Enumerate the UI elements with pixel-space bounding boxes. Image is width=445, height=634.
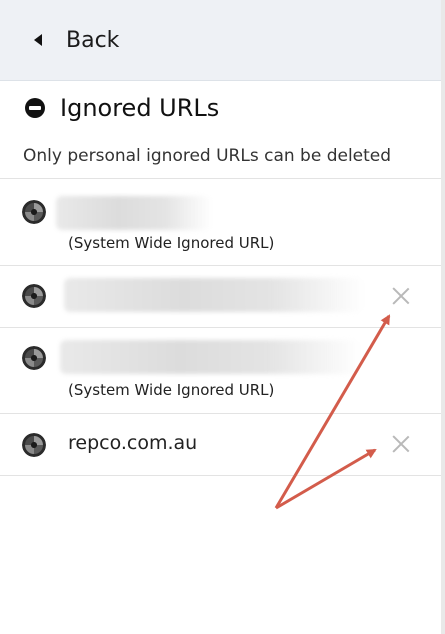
back-label: Back xyxy=(66,27,120,53)
url-text-redacted xyxy=(64,278,364,312)
delete-url-button[interactable] xyxy=(391,286,411,306)
site-favicon-icon xyxy=(22,200,46,224)
list-item: (System Wide Ignored URL) xyxy=(0,328,441,414)
site-favicon-icon xyxy=(22,284,46,308)
site-favicon-icon xyxy=(22,346,46,370)
page-heading: Ignored URLs xyxy=(0,90,219,126)
system-wide-note: (System Wide Ignored URL) xyxy=(68,234,275,252)
info-text: Only personal ignored URLs can be delete… xyxy=(23,146,392,166)
page-title: Ignored URLs xyxy=(60,94,220,122)
url-text-redacted xyxy=(60,340,360,374)
list-item: (System Wide Ignored URL) xyxy=(0,179,441,266)
ignored-urls-panel: Back Ignored URLs Only personal ignored … xyxy=(0,0,442,634)
list-item xyxy=(0,266,441,328)
caret-left-icon xyxy=(34,34,42,46)
site-favicon-icon xyxy=(22,433,46,457)
back-button[interactable]: Back xyxy=(0,0,441,81)
system-wide-note: (System Wide Ignored URL) xyxy=(68,381,275,399)
window-edge xyxy=(441,0,445,634)
list-item: repco.com.au xyxy=(0,414,441,476)
delete-url-button[interactable] xyxy=(391,434,411,454)
ignored-url-list: (System Wide Ignored URL) (System Wide I… xyxy=(0,178,441,476)
url-text: repco.com.au xyxy=(68,432,198,454)
url-text-redacted xyxy=(56,196,212,230)
no-entry-icon xyxy=(25,98,45,118)
